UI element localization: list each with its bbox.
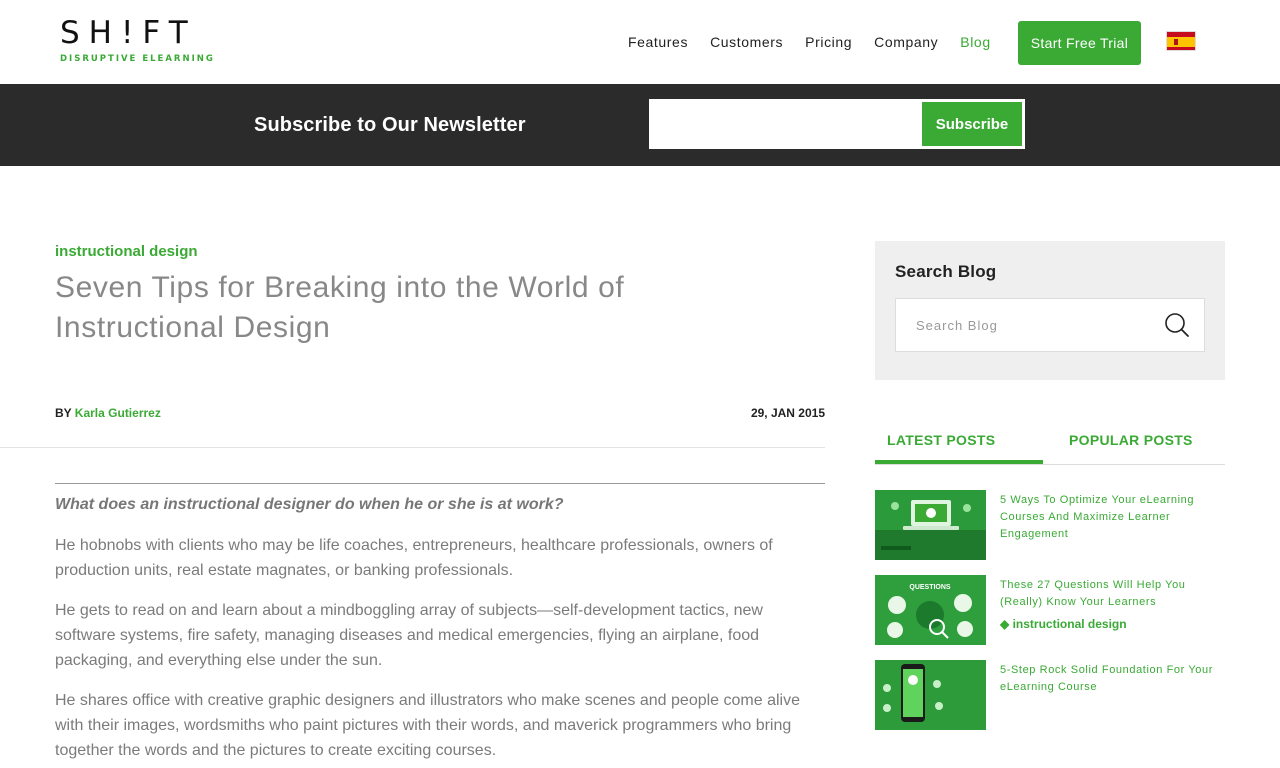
nav-blog[interactable]: Blog: [960, 33, 990, 51]
start-free-trial-button[interactable]: Start Free Trial: [1018, 21, 1141, 65]
tag-icon: ◆: [1000, 617, 1010, 631]
article-lead: What does an instructional designer do w…: [55, 496, 564, 513]
main-nav: Features Customers Pricing Company Blog: [628, 33, 1013, 51]
search-field: [895, 298, 1205, 352]
nav-features[interactable]: Features: [628, 33, 688, 51]
search-input[interactable]: [896, 299, 1146, 351]
latest-post-item[interactable]: 5-Step Rock Solid Foundation For Your eL…: [875, 660, 1225, 730]
posts-tabs: LATEST POSTS POPULAR POSTS: [875, 430, 1225, 465]
post-thumbnail[interactable]: QUESTIONS: [875, 575, 986, 645]
logo-tagline: DISRUPTIVE ELEARNING: [60, 54, 215, 64]
tab-latest-posts[interactable]: LATEST POSTS: [887, 432, 995, 448]
post-title[interactable]: 5 Ways To Optimize Your eLearning Course…: [1000, 492, 1225, 543]
article-paragraph: He hobnobs with clients who may be life …: [55, 537, 773, 579]
search-icon[interactable]: [1164, 312, 1190, 338]
article-category[interactable]: instructional design: [55, 243, 198, 260]
tab-popular-posts[interactable]: POPULAR POSTS: [1069, 432, 1193, 448]
article-date: 29, JAN 2015: [750, 406, 825, 420]
author-link[interactable]: Karla Gutierrez: [75, 406, 161, 420]
active-tab-indicator: [875, 460, 1043, 464]
nav-company[interactable]: Company: [874, 33, 938, 51]
meta-divider: [0, 447, 825, 448]
article-paragraph: He shares office with creative graphic d…: [55, 692, 800, 759]
newsletter-bar: Subscribe to Our Newsletter Subscribe: [0, 84, 1280, 166]
article-byline: BY Karla Gutierrez: [55, 406, 161, 420]
lead-divider: [55, 483, 825, 484]
site-header: SH!FT DISRUPTIVE ELEARNING Features Cust…: [0, 0, 1280, 84]
search-blog-panel: Search Blog: [875, 241, 1225, 380]
search-blog-title: Search Blog: [895, 262, 997, 281]
logo-wordmark: SH!FT: [60, 15, 197, 51]
newsletter-form: Subscribe: [649, 99, 1025, 149]
post-thumbnail[interactable]: [875, 490, 986, 560]
article-paragraph: He gets to read on and learn about a min…: [55, 602, 763, 669]
newsletter-title: Subscribe to Our Newsletter: [254, 114, 526, 136]
logo[interactable]: SH!FT DISRUPTIVE ELEARNING: [60, 16, 220, 68]
post-title[interactable]: 5-Step Rock Solid Foundation For Your eL…: [1000, 662, 1225, 696]
post-title[interactable]: These 27 Questions Will Help You (Really…: [1000, 577, 1225, 611]
nav-customers[interactable]: Customers: [710, 33, 783, 51]
post-thumbnail[interactable]: [875, 660, 986, 730]
thumbnail-text: QUESTIONS: [909, 584, 951, 591]
latest-post-item[interactable]: 5 Ways To Optimize Your eLearning Course…: [875, 490, 1225, 560]
post-tag-label: instructional design: [1012, 617, 1127, 631]
nav-pricing[interactable]: Pricing: [805, 33, 852, 51]
post-tag[interactable]: ◆ instructional design: [1000, 617, 1127, 631]
article-title: Seven Tips for Breaking into the World o…: [55, 271, 625, 344]
spain-flag-icon[interactable]: [1166, 31, 1196, 51]
newsletter-email-input[interactable]: [650, 100, 922, 148]
byline-label: BY: [55, 406, 72, 420]
subscribe-button[interactable]: Subscribe: [922, 102, 1022, 146]
latest-post-item[interactable]: QUESTIONS These 27 Questions Will Help Y…: [875, 575, 1225, 645]
